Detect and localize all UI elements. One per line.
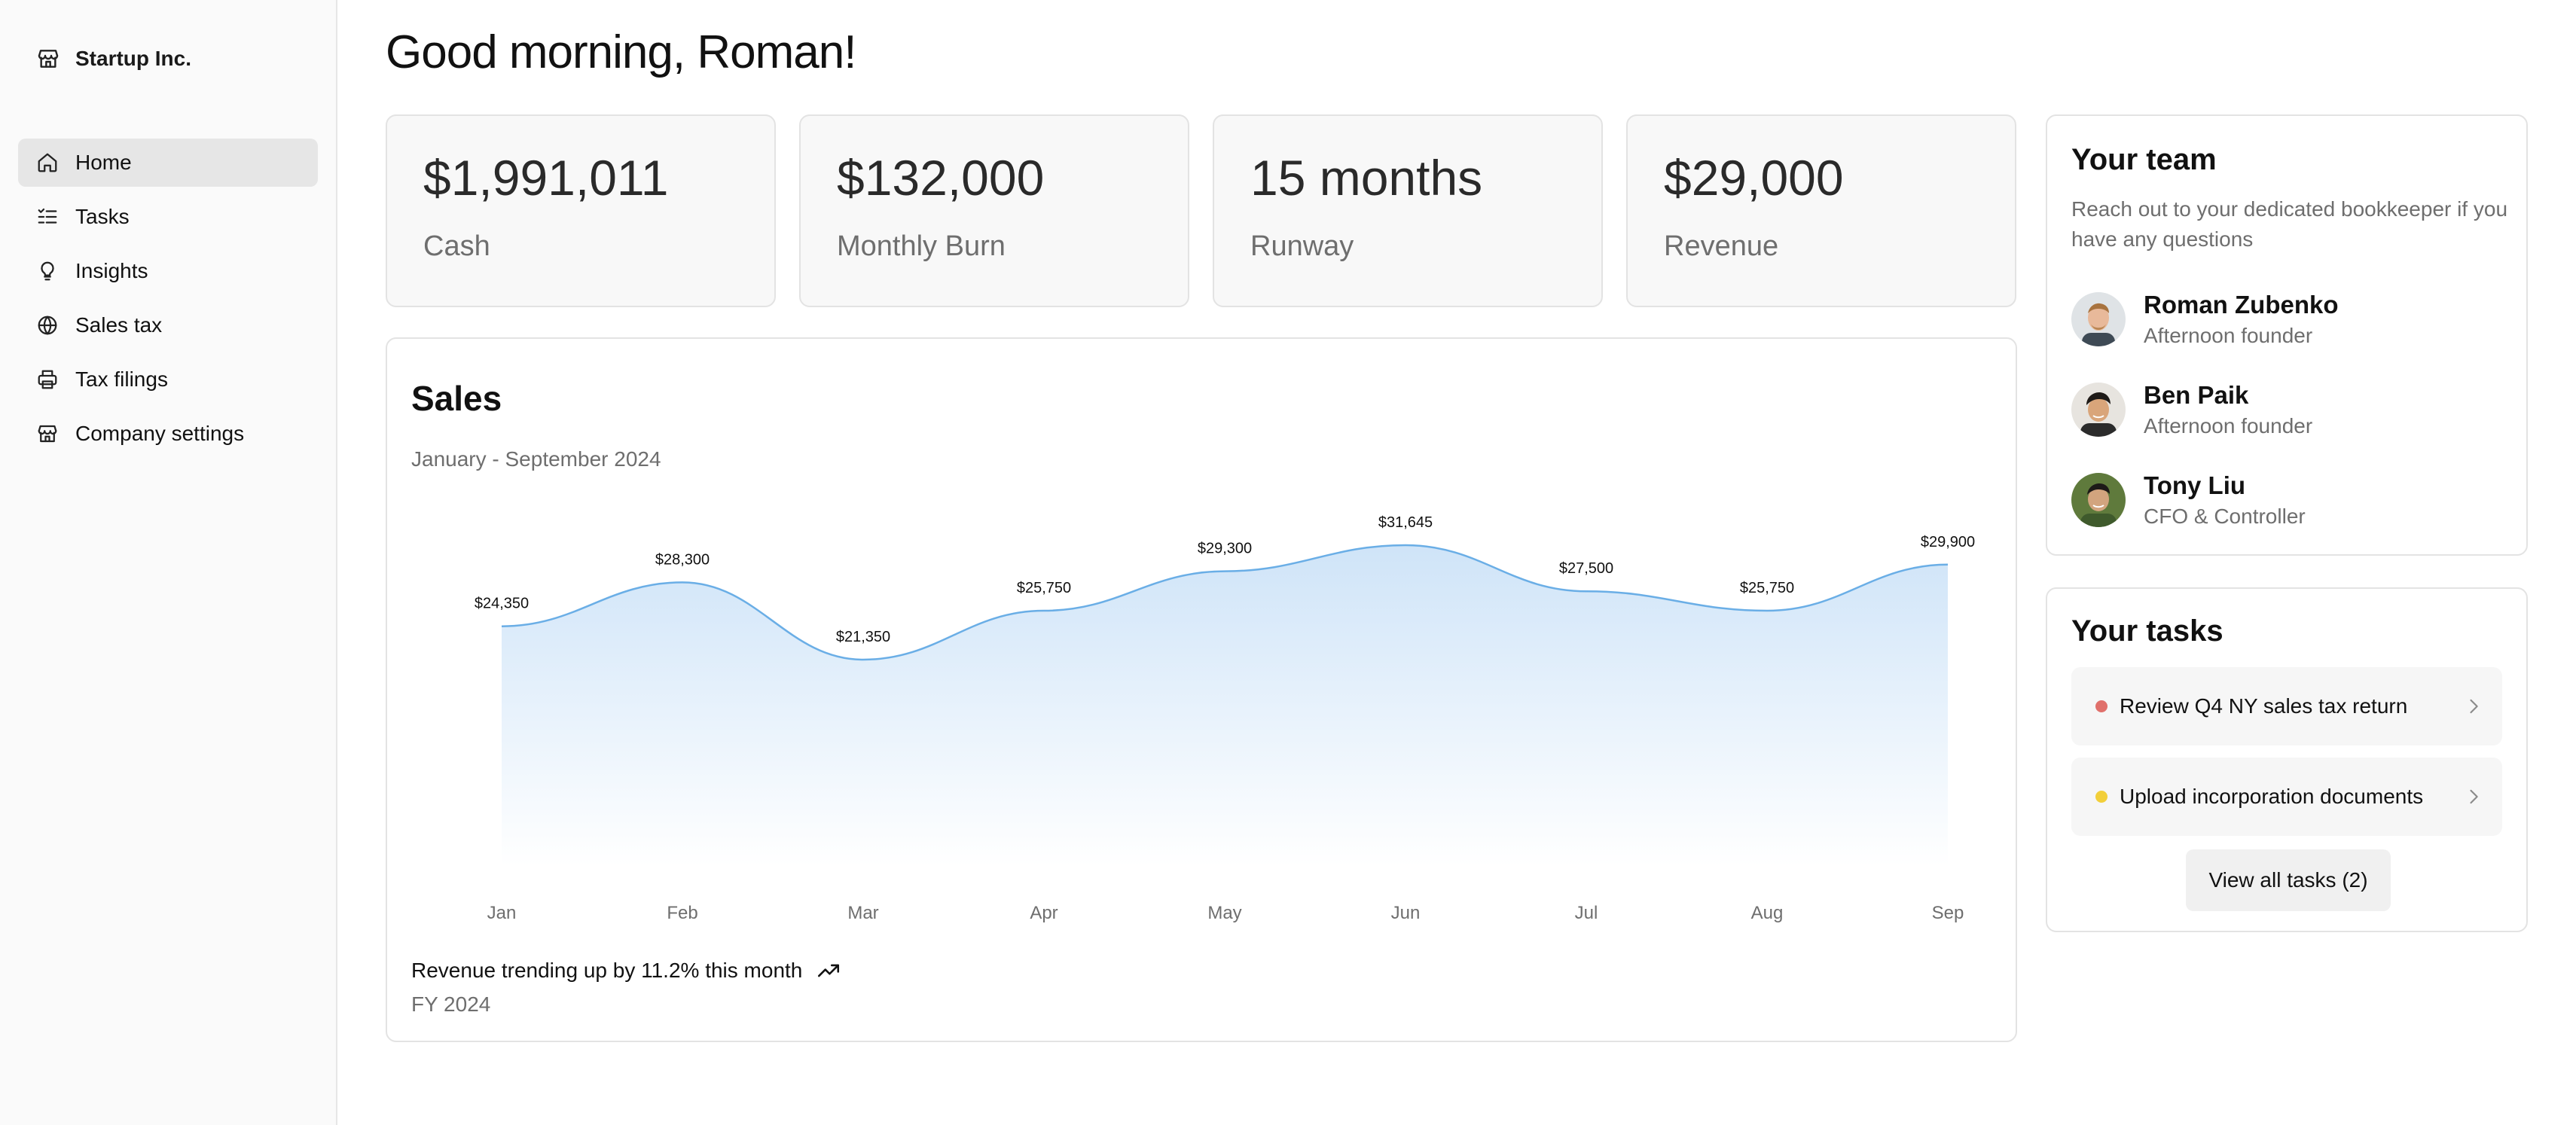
member-name: Tony Liu	[2144, 471, 2246, 499]
trend-text: Revenue trending up by 11.2% this month	[411, 959, 803, 982]
page-title: Good morning, Roman!	[386, 26, 856, 78]
data-label: $31,645	[1378, 514, 1433, 531]
data-label: $27,500	[1559, 560, 1613, 577]
x-tick-label: Apr	[1030, 903, 1058, 923]
sidebar-item-label: Home	[75, 151, 132, 174]
sidebar-nav: Home Tasks Insights Sales tax Tax filing…	[18, 139, 318, 464]
stat-value: $132,000	[837, 150, 1045, 206]
tasks-card: Your tasks Review Q4 NY sales tax return…	[2046, 587, 2528, 932]
sidebar-item-label: Company settings	[75, 422, 245, 445]
stat-value: $29,000	[1664, 150, 1844, 206]
brand[interactable]: Startup Inc.	[36, 47, 191, 71]
status-dot	[2095, 700, 2107, 712]
sidebar-item-label: Insights	[75, 259, 148, 282]
chevron-right-icon	[2470, 699, 2478, 714]
data-label: $24,350	[475, 596, 529, 612]
member-role: Afternoon founder	[2144, 324, 2313, 347]
member-info: Roman Zubenko Afternoon founder	[2144, 291, 2339, 348]
task-label: Review Q4 NY sales tax return	[2120, 694, 2408, 718]
sales-area	[502, 545, 1948, 866]
x-tick-label: Sep	[1932, 903, 1964, 923]
sidebar-item-tasks[interactable]: Tasks	[18, 193, 318, 241]
x-tick-label: Jul	[1575, 903, 1598, 923]
store-icon	[38, 50, 59, 68]
data-label: $25,750	[1740, 580, 1794, 596]
checklist-icon	[38, 208, 57, 224]
sidebar-item-label: Sales tax	[75, 313, 163, 337]
stat-label: Runway	[1250, 230, 1354, 262]
sidebar-item-company-settings[interactable]: Company settings	[18, 410, 318, 458]
member-role: Afternoon founder	[2144, 414, 2313, 438]
sidebar-item-home[interactable]: Home	[18, 139, 318, 187]
trending-up-icon	[818, 964, 840, 977]
data-label: $25,750	[1017, 580, 1071, 596]
chevron-right-icon	[2470, 789, 2478, 804]
tasks-title: Your tasks	[2071, 614, 2223, 648]
brand-name: Startup Inc.	[75, 47, 192, 70]
x-tick-label: Mar	[847, 903, 878, 923]
store-icon	[38, 425, 57, 443]
sidebar-item-insights[interactable]: Insights	[18, 247, 318, 295]
stat-value: $1,991,011	[423, 150, 669, 206]
x-tick-label: May	[1207, 903, 1241, 923]
sidebar-item-label: Tax filings	[75, 367, 168, 391]
stat-label: Cash	[423, 230, 490, 262]
sidebar: Startup Inc. Home Tasks Insights Sales t…	[0, 0, 337, 1125]
data-label: $28,300	[655, 551, 710, 568]
team-member[interactable]: Tony Liu CFO & Controller	[2071, 471, 2306, 529]
fiscal-period: FY 2024	[411, 992, 491, 1016]
x-tick-label: Jun	[1391, 903, 1421, 923]
sidebar-item-tax-filings[interactable]: Tax filings	[18, 355, 318, 404]
avatar	[2071, 473, 2126, 527]
member-info: Tony Liu CFO & Controller	[2144, 471, 2306, 529]
stat-value: 15 months	[1250, 150, 1483, 206]
member-name: Roman Zubenko	[2144, 291, 2339, 319]
stat-label: Monthly Burn	[837, 230, 1006, 262]
sales-area-chart: $24,350 Jan $28,300 Feb $21,350 Mar $25,750 Apr…	[475, 514, 1975, 923]
printer-icon	[38, 370, 57, 389]
trend-note: Revenue trending up by 11.2% this month	[411, 958, 841, 983]
team-card: Your team Reach out to your dedicated bo…	[2046, 114, 2528, 556]
member-info: Ben Paik Afternoon founder	[2144, 381, 2312, 438]
lightbulb-icon	[41, 261, 54, 281]
team-member[interactable]: Roman Zubenko Afternoon founder	[2071, 291, 2339, 348]
stat-card-revenue: $29,000 Revenue	[1626, 114, 2016, 307]
task-item[interactable]: Review Q4 NY sales tax return	[2071, 667, 2502, 745]
stat-card-cash: $1,991,011 Cash	[386, 114, 776, 307]
team-title: Your team	[2071, 143, 2217, 176]
status-dot	[2095, 791, 2107, 803]
x-tick-label: Aug	[1751, 903, 1784, 923]
member-role: CFO & Controller	[2144, 505, 2306, 528]
home-icon	[38, 153, 57, 172]
x-tick-label: Jan	[487, 903, 517, 923]
task-label: Upload incorporation documents	[2120, 785, 2424, 808]
stat-card-runway: 15 months Runway	[1213, 114, 1603, 307]
data-label: $21,350	[836, 629, 890, 645]
data-label: $29,900	[1921, 534, 1975, 550]
sidebar-item-label: Tasks	[75, 205, 130, 228]
stat-card-monthly-burn: $132,000 Monthly Burn	[799, 114, 1189, 307]
data-label: $29,300	[1198, 541, 1252, 557]
view-all-tasks-button[interactable]: View all tasks (2)	[2186, 849, 2391, 911]
member-name: Ben Paik	[2144, 381, 2249, 409]
globe-icon	[38, 316, 57, 335]
sales-card: Sales January - September 2024 $24,350 Ja…	[386, 337, 2017, 1042]
x-tick-label: Feb	[667, 903, 697, 923]
avatar	[2071, 383, 2126, 437]
team-member[interactable]: Ben Paik Afternoon founder	[2071, 381, 2312, 438]
avatar	[2071, 292, 2126, 346]
team-description: Reach out to your dedicated bookkeeper i…	[2071, 197, 2508, 251]
sidebar-item-sales-tax[interactable]: Sales tax	[18, 301, 318, 349]
stat-label: Revenue	[1664, 230, 1779, 262]
task-item[interactable]: Upload incorporation documents	[2071, 758, 2502, 836]
